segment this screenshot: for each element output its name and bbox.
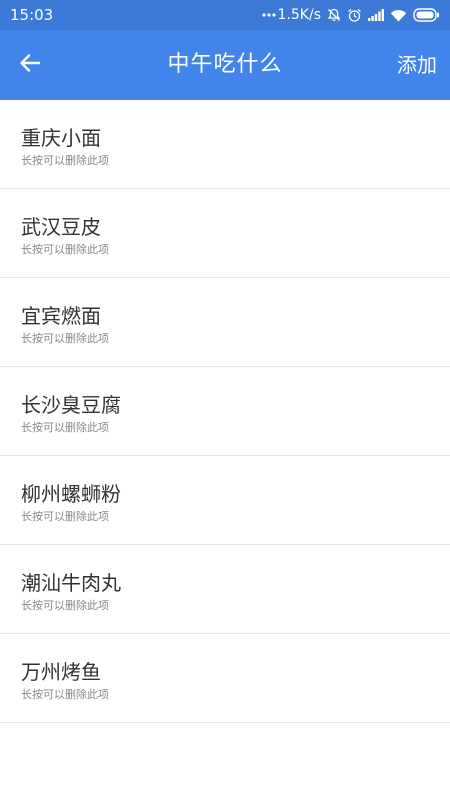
item-title: 潮汕牛肉丸 (21, 571, 121, 595)
network-speed: 1.5K/s (277, 7, 321, 23)
item-hint: 长按可以删除此项 (21, 243, 109, 256)
dots-icon (261, 13, 276, 17)
food-list: 重庆小面 长按可以删除此项 武汉豆皮 长按可以删除此项 宜宾燃面 长按可以删除此… (0, 100, 450, 723)
mute-bell-icon (327, 8, 341, 22)
status-bar: 15:03 1.5K/s (0, 0, 450, 30)
list-item[interactable]: 武汉豆皮 长按可以删除此项 (0, 189, 450, 278)
list-item[interactable]: 重庆小面 长按可以删除此项 (0, 100, 450, 189)
item-hint: 长按可以删除此项 (21, 510, 109, 523)
signal-icon (368, 9, 384, 21)
item-title: 柳州螺蛳粉 (21, 482, 121, 506)
item-title: 万州烤鱼 (21, 660, 101, 684)
battery-icon (413, 8, 440, 22)
page-title: 中午吃什么 (167, 52, 283, 77)
list-item[interactable]: 长沙臭豆腐 长按可以删除此项 (0, 367, 450, 456)
alarm-icon (347, 8, 362, 23)
item-title: 长沙臭豆腐 (21, 393, 121, 417)
list-item[interactable]: 宜宾燃面 长按可以删除此项 (0, 278, 450, 367)
item-title: 重庆小面 (21, 126, 101, 150)
list-item[interactable]: 柳州螺蛳粉 长按可以删除此项 (0, 456, 450, 545)
status-indicators: 1.5K/s (261, 7, 440, 23)
item-hint: 长按可以删除此项 (21, 599, 109, 612)
item-title: 武汉豆皮 (21, 215, 101, 239)
item-hint: 长按可以删除此项 (21, 688, 109, 701)
item-hint: 长按可以删除此项 (21, 332, 109, 345)
wifi-icon (390, 9, 407, 22)
item-title: 宜宾燃面 (21, 304, 101, 328)
app-bar: 中午吃什么 添加 (0, 30, 450, 100)
add-button[interactable]: 添加 (397, 30, 437, 100)
list-item[interactable]: 潮汕牛肉丸 长按可以删除此项 (0, 545, 450, 634)
list-item[interactable]: 万州烤鱼 长按可以删除此项 (0, 634, 450, 723)
status-time: 15:03 (10, 6, 54, 24)
item-hint: 长按可以删除此项 (21, 154, 109, 167)
item-hint: 长按可以删除此项 (21, 421, 109, 434)
